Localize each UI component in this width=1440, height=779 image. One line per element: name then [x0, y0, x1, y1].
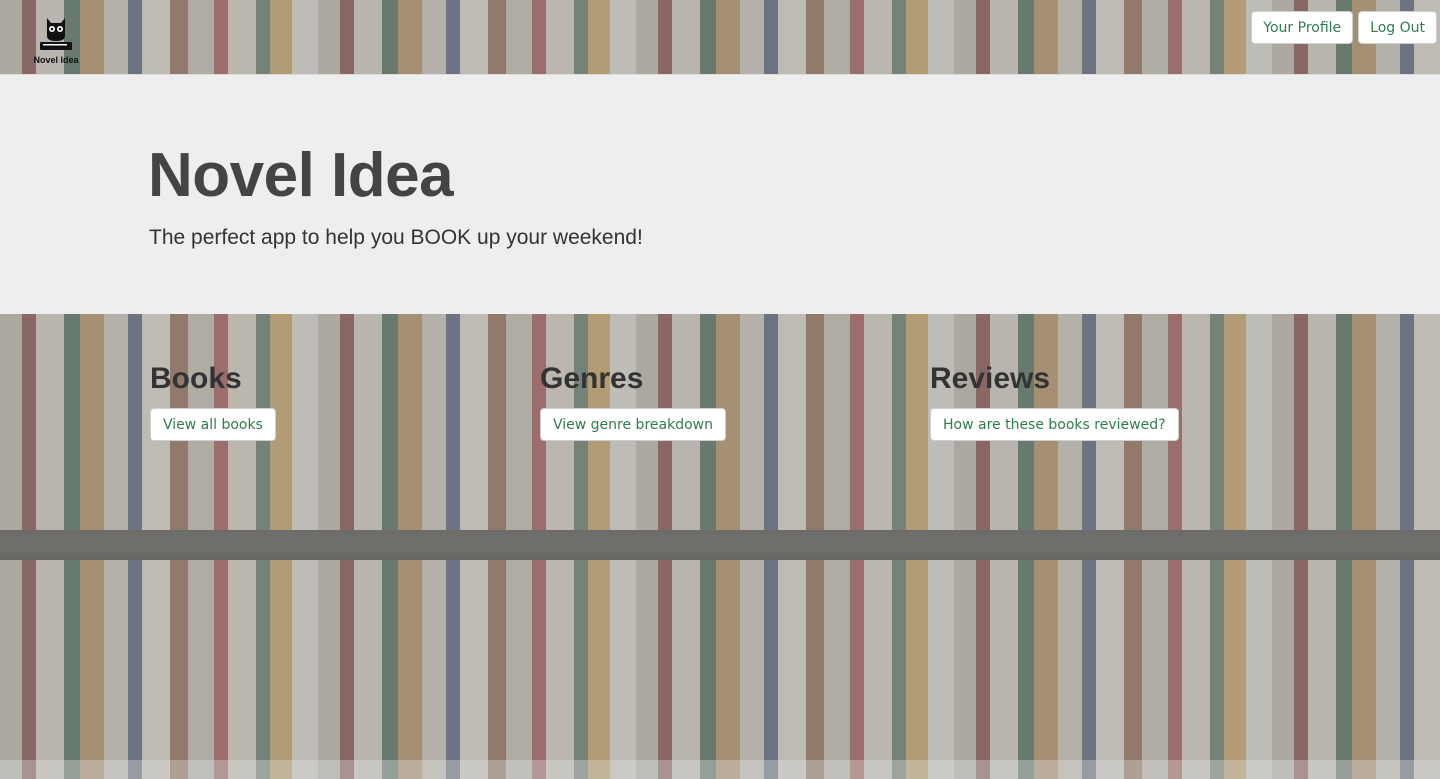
brand-logo[interactable]: Novel Idea	[30, 14, 82, 70]
reviews-button[interactable]: How are these books reviewed?	[930, 408, 1179, 441]
brand-label: Novel Idea	[33, 55, 79, 65]
genres-section: Genres View genre breakdown	[540, 364, 726, 441]
view-genre-breakdown-button[interactable]: View genre breakdown	[540, 408, 726, 441]
feature-columns: Books View all books Genres View genre b…	[0, 314, 1440, 760]
your-profile-button[interactable]: Your Profile	[1251, 11, 1354, 44]
books-section: Books View all books	[150, 364, 276, 441]
bottom-divider	[0, 760, 1440, 779]
view-all-books-button[interactable]: View all books	[150, 408, 276, 441]
page-title: Novel Idea	[148, 141, 454, 210]
genres-heading: Genres	[540, 362, 644, 395]
top-navbar: Novel Idea Your Profile Log Out	[0, 0, 1440, 74]
log-out-button[interactable]: Log Out	[1358, 11, 1437, 44]
page-subtitle: The perfect app to help you BOOK up your…	[149, 226, 643, 249]
reviews-heading: Reviews	[930, 362, 1051, 395]
reviews-section: Reviews How are these books reviewed?	[930, 364, 1179, 441]
owl-on-book-icon	[40, 18, 72, 50]
hero-jumbotron: Novel Idea The perfect app to help you B…	[0, 74, 1440, 314]
books-heading: Books	[150, 362, 242, 395]
nav-actions: Your Profile Log Out	[1251, 11, 1437, 44]
